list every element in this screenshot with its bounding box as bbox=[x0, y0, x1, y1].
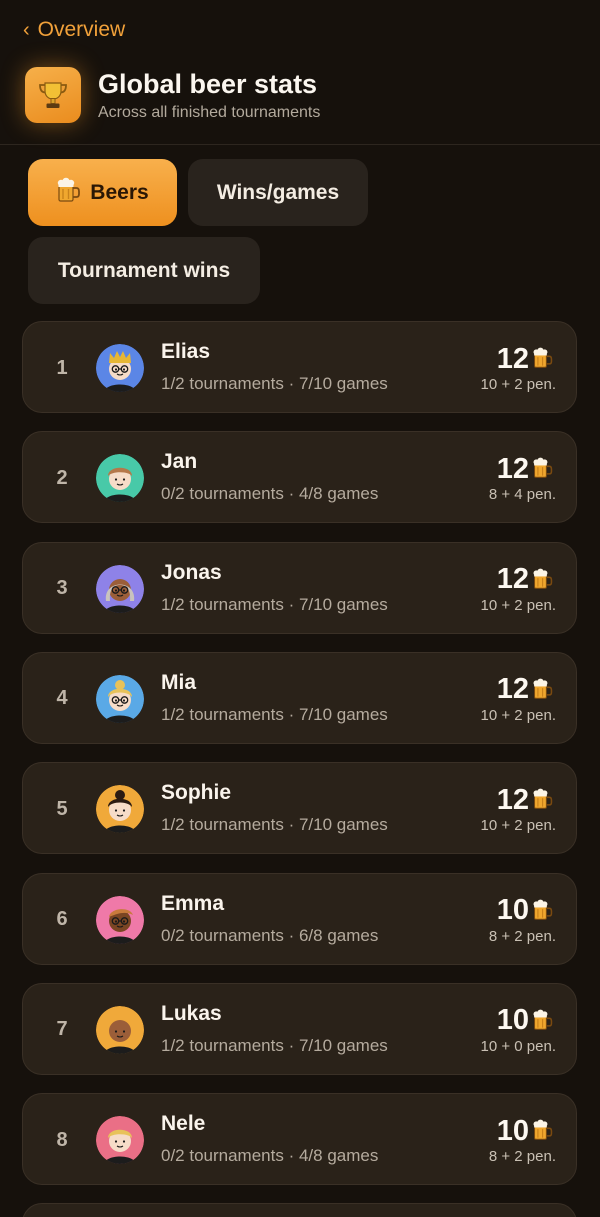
avatar bbox=[96, 454, 144, 503]
player-stats: 0/2 tournaments · 4/8 games bbox=[161, 484, 379, 504]
page-header: Global beer stats Across all finished to… bbox=[25, 67, 320, 123]
beer-score: 10 bbox=[497, 1114, 554, 1147]
leaderboard-row[interactable]: 1 Elias 1/2 tournaments · 7/10 games 12 10 +… bbox=[22, 321, 577, 413]
beer-count: 12 bbox=[496, 563, 529, 596]
avatar bbox=[96, 344, 144, 392]
avatar bbox=[96, 674, 144, 723]
beer-score: 12 bbox=[497, 342, 554, 375]
beer-mug-icon bbox=[56, 176, 82, 210]
chevron-left-icon: ‹ bbox=[23, 19, 30, 41]
rank-number: 8 bbox=[56, 1128, 68, 1151]
player-stats: 1/2 tournaments · 7/10 games bbox=[161, 704, 388, 724]
beer-count: 12 bbox=[496, 452, 529, 485]
rank-number: 7 bbox=[56, 1018, 68, 1041]
back-to-overview-link[interactable]: ‹ Overview bbox=[23, 18, 125, 42]
player-stats: 1/2 tournaments · 7/10 games bbox=[161, 1035, 388, 1055]
rank-number: 5 bbox=[56, 797, 68, 820]
player-name: Jonas bbox=[161, 560, 222, 584]
beer-mug-icon bbox=[532, 346, 554, 375]
leaderboard-row[interactable]: 8 Nele 0/2 tournaments · 4/8 games 10 8 + 2 … bbox=[22, 1093, 577, 1186]
avatar bbox=[96, 895, 144, 944]
penalty-breakdown: 10 + 2 pen. bbox=[480, 817, 556, 835]
player-stats: 0/2 tournaments · 6/8 games bbox=[161, 925, 379, 945]
beer-score: 10 bbox=[497, 1004, 554, 1037]
beer-count: 10 bbox=[496, 894, 529, 926]
back-link-label: Overview bbox=[37, 18, 126, 41]
beer-count: 12 bbox=[496, 342, 529, 375]
rank-number: 4 bbox=[56, 687, 68, 710]
rank-number: 1 bbox=[56, 356, 68, 379]
tab-beers-label: Beers bbox=[90, 180, 149, 204]
leaderboard-row[interactable]: 2 Jan 0/2 tournaments · 4/8 games 12 8 + 4 p… bbox=[22, 431, 577, 524]
player-name: Lukas bbox=[161, 1001, 222, 1025]
player-stats: 1/2 tournaments · 7/10 games bbox=[161, 594, 388, 614]
penalty-breakdown: 10 + 0 pen. bbox=[480, 1037, 556, 1055]
leaderboard-row[interactable]: 3 Jonas 1/2 tournaments · 7/10 games 12 10 +… bbox=[22, 541, 577, 634]
leaderboard-row[interactable]: 6 Emma 0/2 tournaments · 6/8 games 10 8 + 2 … bbox=[22, 872, 577, 965]
penalty-breakdown: 10 + 2 pen. bbox=[480, 376, 556, 393]
player-stats: 0/2 tournaments · 4/8 games bbox=[161, 1146, 379, 1166]
penalty-breakdown: 10 + 2 pen. bbox=[480, 706, 556, 724]
leaderboard-row[interactable]: 5 Sophie 1/2 tournaments · 7/10 games 12 10 … bbox=[22, 762, 577, 855]
beer-score: 10 bbox=[497, 894, 554, 927]
avatar bbox=[96, 785, 144, 834]
beer-mug-icon bbox=[532, 787, 554, 816]
rank-number: 2 bbox=[56, 466, 68, 489]
beer-mug-icon bbox=[532, 567, 554, 596]
penalty-breakdown: 10 + 2 pen. bbox=[480, 596, 556, 614]
player-name: Nele bbox=[161, 1112, 206, 1136]
rank-number: 6 bbox=[56, 908, 68, 930]
beer-mug-icon bbox=[532, 456, 554, 485]
list-item[interactable] bbox=[22, 1203, 577, 1217]
player-stats: 1/2 tournaments · 7/10 games bbox=[161, 815, 388, 835]
beer-stats-page: ‹ Overview Global beer stats Across all … bbox=[0, 0, 600, 1217]
avatar bbox=[96, 564, 144, 613]
tab-tournament-wins[interactable]: Tournament wins bbox=[28, 237, 260, 304]
player-name: Jan bbox=[161, 450, 198, 474]
beer-count: 10 bbox=[496, 1114, 529, 1147]
tab-tournament-wins-label: Tournament wins bbox=[57, 258, 231, 282]
tab-wins-games-label: Wins/games bbox=[216, 180, 340, 204]
trophy-icon bbox=[25, 67, 81, 123]
beer-score: 12 bbox=[497, 452, 554, 485]
beer-mug-icon bbox=[532, 677, 554, 706]
beer-count: 10 bbox=[496, 1004, 529, 1037]
leaderboard-row[interactable]: 7 Lukas 1/2 tournaments · 7/10 games 10 10 +… bbox=[22, 982, 577, 1075]
player-stats: 1/2 tournaments · 7/10 games bbox=[161, 374, 388, 393]
tab-beers[interactable]: Beers bbox=[28, 159, 177, 226]
beer-score: 12 bbox=[497, 563, 554, 596]
avatar bbox=[96, 1005, 144, 1054]
penalty-breakdown: 8 + 2 pen. bbox=[488, 927, 556, 945]
leaderboard-row[interactable]: 4 Mia 1/2 tournaments · 7/10 games 12 10 + 2… bbox=[22, 651, 577, 744]
beer-mug-icon bbox=[532, 1118, 554, 1147]
page-subtitle: Across all finished tournaments bbox=[98, 104, 321, 121]
rank-number: 3 bbox=[56, 577, 68, 600]
penalty-breakdown: 8 + 4 pen. bbox=[488, 486, 556, 504]
avatar bbox=[96, 1116, 144, 1165]
page-title: Global beer stats bbox=[98, 69, 318, 99]
beer-count: 12 bbox=[496, 673, 529, 706]
beer-mug-icon bbox=[532, 898, 554, 927]
player-name: Sophie bbox=[161, 781, 232, 805]
penalty-breakdown: 8 + 2 pen. bbox=[488, 1148, 556, 1166]
beer-mug-icon bbox=[532, 1008, 554, 1037]
tab-wins-games[interactable]: Wins/games bbox=[188, 159, 368, 226]
header-divider bbox=[0, 144, 600, 145]
player-name: Elias bbox=[161, 340, 211, 363]
beer-score: 12 bbox=[497, 673, 554, 706]
beer-score: 12 bbox=[497, 783, 554, 816]
player-name: Mia bbox=[161, 670, 197, 694]
player-name: Emma bbox=[161, 891, 225, 915]
beer-count: 12 bbox=[496, 783, 529, 816]
